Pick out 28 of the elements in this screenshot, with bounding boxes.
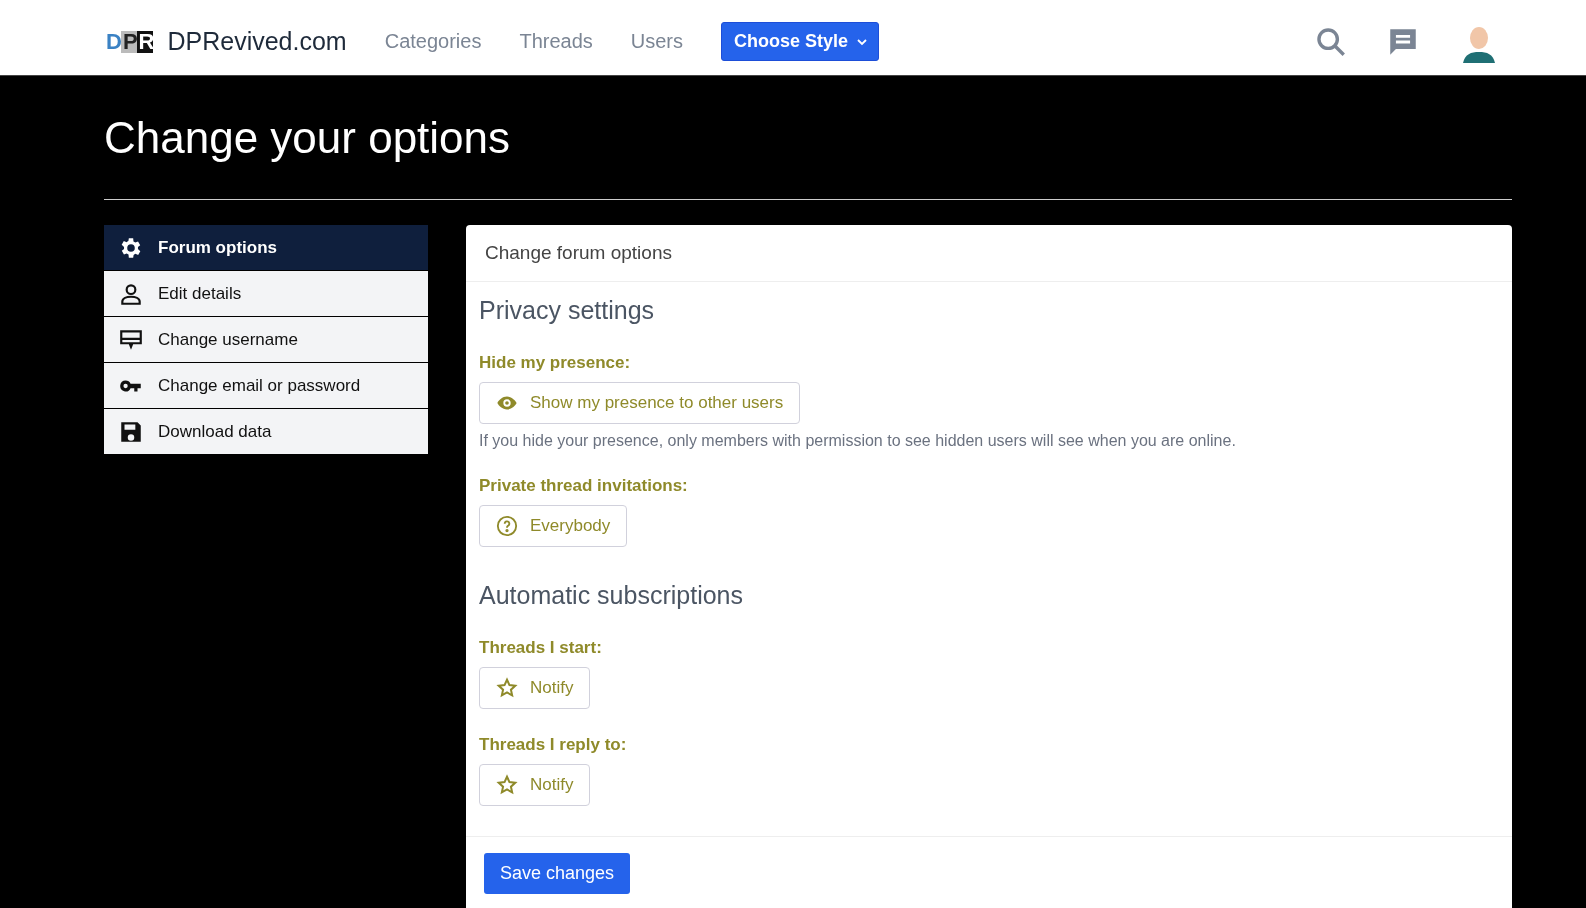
nav-link[interactable]: Threads (519, 30, 593, 53)
option-button[interactable]: Show my presence to other users (479, 382, 801, 424)
section-heading: Privacy settings (479, 296, 656, 325)
choose-style-button[interactable]: Choose Style (721, 22, 880, 61)
option-button[interactable]: Notify (479, 764, 591, 806)
option-button[interactable]: Notify (479, 667, 591, 709)
nav-link[interactable]: Categories (384, 30, 482, 53)
sidebar-item[interactable]: Forum options (104, 225, 428, 270)
sidebar-item[interactable]: Download data (104, 409, 428, 454)
page-title: Change your options (104, 112, 512, 164)
star-icon (496, 677, 518, 699)
star-icon (496, 774, 518, 796)
help-text: If you hide your presence, only members with permission to see hidden users will see when you are online. (479, 432, 1237, 450)
panel-title: Change forum options (466, 225, 1512, 282)
save-button[interactable]: Save changes (484, 853, 631, 894)
site-logo[interactable]: DPR (104, 30, 154, 53)
field-label: Threads I start: (479, 638, 603, 658)
option-button[interactable]: Everybody (479, 505, 628, 547)
field-label: Hide my presence: (479, 353, 632, 373)
sidebar-item[interactable]: Change username (104, 317, 428, 362)
section-heading: Automatic subscriptions (479, 581, 744, 610)
question-icon (496, 515, 518, 537)
field-label: Threads I reply to: (479, 735, 628, 755)
sidebar-item[interactable]: Edit details (104, 271, 428, 316)
nav-link[interactable]: Users (630, 30, 684, 53)
field-label: Private thread invitations: (479, 476, 689, 496)
sidebar-item[interactable]: Change email or password (104, 363, 428, 408)
site-name[interactable]: DPRevived.com (167, 27, 347, 56)
